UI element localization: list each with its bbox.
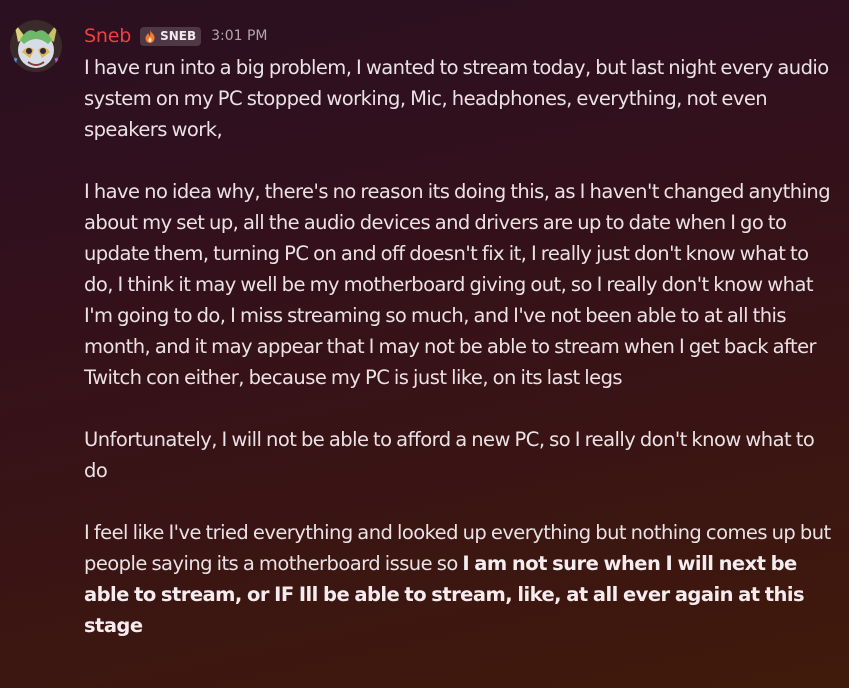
message-paragraph: I have no idea why, there's no reason it… bbox=[84, 176, 834, 393]
avatar-image bbox=[10, 20, 62, 72]
paragraph-text: Unfortunately, I will not be able to aff… bbox=[84, 428, 815, 482]
avatar[interactable] bbox=[8, 18, 64, 74]
paragraph-text: I have run into a big problem, I wanted … bbox=[84, 56, 829, 141]
message-paragraph: Unfortunately, I will not be able to aff… bbox=[84, 424, 834, 486]
flame-icon bbox=[145, 29, 155, 43]
username[interactable]: Sneb bbox=[84, 25, 131, 47]
server-tag-label: SNEB bbox=[160, 29, 197, 43]
message-content: I have run into a big problem, I wanted … bbox=[84, 52, 834, 641]
timestamp[interactable]: 3:01 PM bbox=[211, 28, 267, 44]
message-header: Sneb SNEB 3:01 PM bbox=[84, 22, 268, 50]
message-paragraph: I have run into a big problem, I wanted … bbox=[84, 52, 834, 145]
paragraph-text: I have no idea why, there's no reason it… bbox=[84, 180, 831, 389]
server-tag[interactable]: SNEB bbox=[140, 26, 202, 46]
message-paragraph: I feel like I've tried everything and lo… bbox=[84, 517, 834, 641]
chat-message: Sneb SNEB 3:01 PM I have run into a big … bbox=[0, 0, 849, 688]
